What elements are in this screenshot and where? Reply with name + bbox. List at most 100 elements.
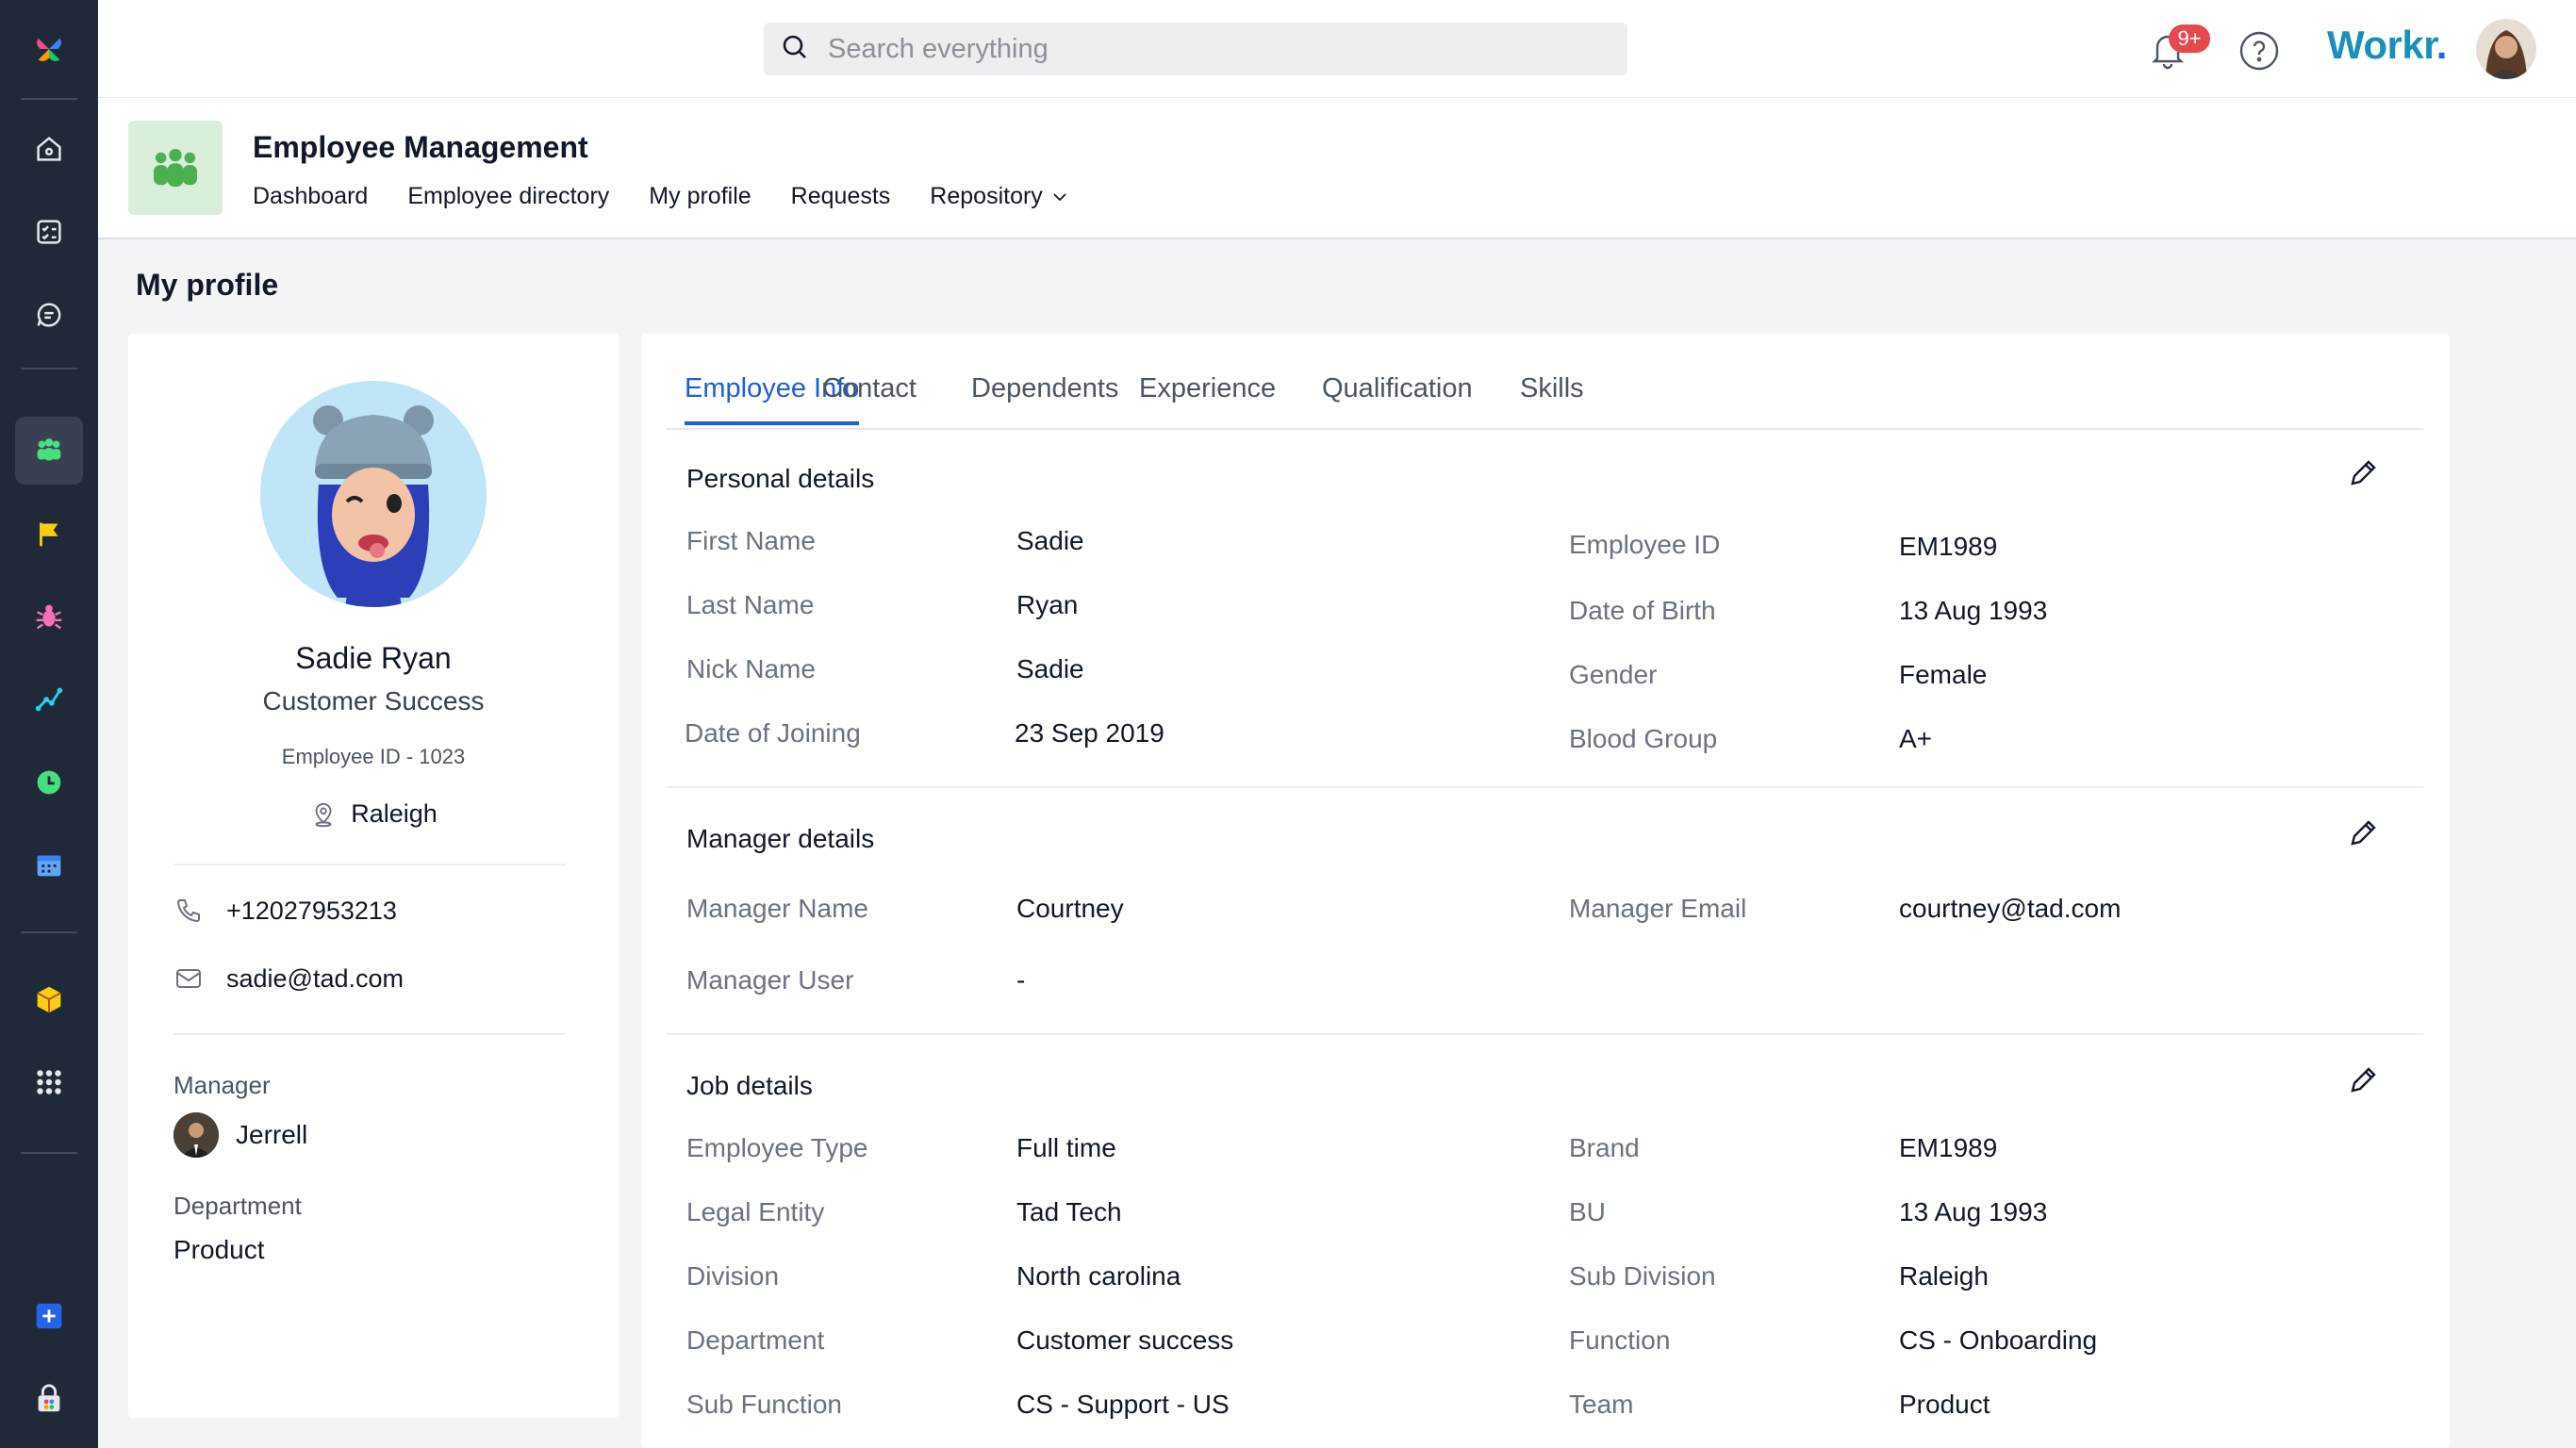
field-value: courtney@tad.com	[1899, 894, 2122, 923]
mail-icon	[176, 969, 201, 988]
field-label: Blood Group	[1569, 724, 1718, 753]
field-value: Sadie	[1016, 526, 1084, 555]
profile-location-text: Raleigh	[351, 799, 438, 828]
manager-row[interactable]: Jerrell	[173, 1112, 307, 1158]
search-box[interactable]	[764, 23, 1627, 75]
field-label: Nick Name	[686, 654, 816, 683]
field-label: Function	[1569, 1325, 1671, 1355]
notification-badge: 9+	[2169, 25, 2210, 53]
field-label: Department	[686, 1325, 825, 1355]
field-value: Ryan	[1016, 590, 1079, 619]
field-value: Product	[1899, 1390, 1990, 1419]
page-title: My profile	[136, 268, 279, 302]
package-icon[interactable]	[15, 965, 83, 1033]
field-label: Date of Joining	[685, 718, 861, 748]
nav-my-profile[interactable]: My profile	[649, 183, 751, 210]
sidebar	[0, 0, 98, 1448]
nav-dashboard[interactable]: Dashboard	[253, 183, 368, 210]
profile-phone-text: +12027953213	[226, 896, 397, 925]
field-label: Manager Email	[1569, 894, 1747, 923]
module-title: Employee Management	[253, 130, 588, 164]
manager-label: Manager	[173, 1071, 271, 1099]
analytics-icon[interactable]	[15, 666, 83, 733]
people-icon[interactable]	[15, 417, 83, 485]
job-details-title: Job details	[686, 1071, 813, 1100]
field-label: Last Name	[686, 590, 815, 619]
tab-contact[interactable]: Contact	[822, 373, 916, 421]
tab-dependents[interactable]: Dependents	[971, 373, 1118, 421]
field-value: 13 Aug 1993	[1899, 1197, 2048, 1226]
nav-repository-label: Repository	[930, 183, 1043, 209]
grid-icon[interactable]	[15, 1048, 83, 1116]
profile-email[interactable]: sadie@tad.com	[173, 963, 404, 994]
home-icon[interactable]	[15, 115, 83, 183]
store-icon[interactable]	[15, 1365, 83, 1433]
tab-skills[interactable]: Skills	[1520, 373, 1584, 421]
add-icon[interactable]	[15, 1282, 83, 1350]
field-label: Legal Entity	[686, 1197, 825, 1226]
field-label: Gender	[1569, 660, 1658, 689]
flag-icon[interactable]	[15, 500, 83, 568]
divider	[173, 1033, 566, 1035]
field-value: CS - Onboarding	[1899, 1325, 2098, 1355]
tab-experience[interactable]: Experience	[1139, 373, 1276, 421]
details-card: Employee Info Contact Dependents Experie…	[641, 334, 2450, 1448]
field-value: CS - Support - US	[1016, 1390, 1230, 1419]
nav-employee-directory[interactable]: Employee directory	[407, 183, 609, 210]
field-value: Full time	[1016, 1133, 1116, 1162]
field-label: Manager User	[686, 965, 854, 995]
field-value: 13 Aug 1993	[1899, 596, 2048, 625]
user-avatar[interactable]	[2476, 19, 2536, 79]
field-value: EM1989	[1899, 1133, 1998, 1162]
profile-email-text: sadie@tad.com	[226, 963, 404, 993]
profile-avatar	[260, 381, 487, 607]
people-icon	[128, 121, 223, 215]
field-value: Courtney	[1016, 894, 1124, 923]
chat-icon[interactable]	[15, 281, 83, 349]
clock-icon[interactable]	[15, 749, 83, 816]
location-pin-icon	[315, 802, 332, 827]
app-logo-icon[interactable]	[15, 15, 83, 83]
department-value: Product	[173, 1235, 265, 1264]
nav-requests[interactable]: Requests	[791, 183, 891, 210]
nav-repository[interactable]: Repository	[930, 183, 1069, 210]
personal-details-title: Personal details	[686, 464, 875, 493]
field-value: Female	[1899, 660, 1988, 689]
bug-icon[interactable]	[15, 583, 83, 650]
edit-job-icon[interactable]	[2346, 1063, 2380, 1097]
edit-manager-icon[interactable]	[2346, 816, 2380, 850]
profile-phone[interactable]: +12027953213	[173, 896, 397, 926]
tab-bar: Employee Info Contact Dependents Experie…	[666, 362, 2423, 430]
divider	[173, 864, 566, 865]
field-value: Customer success	[1016, 1325, 1234, 1355]
manager-avatar	[173, 1112, 219, 1158]
top-bar: 9+ Workr.	[98, 0, 2576, 98]
help-icon[interactable]	[2237, 28, 2282, 74]
manager-name: Jerrell	[236, 1120, 308, 1149]
profile-location: Raleigh	[128, 799, 619, 829]
calendar-icon[interactable]	[15, 831, 83, 899]
tasks-icon[interactable]	[15, 198, 83, 266]
field-value: -	[1016, 965, 1026, 995]
field-label: Division	[686, 1261, 780, 1291]
field-value: A+	[1899, 724, 1933, 753]
profile-card: Sadie Ryan Customer Success Employee ID …	[128, 334, 619, 1418]
module-nav: Dashboard Employee directory My profile …	[253, 183, 1109, 210]
field-label: Date of Birth	[1569, 596, 1716, 625]
field-label: BU	[1569, 1197, 1606, 1226]
search-input[interactable]	[828, 33, 1582, 65]
field-label: Manager Name	[686, 894, 868, 923]
brand-name: Workr	[2327, 23, 2436, 67]
module-header: Employee Management Dashboard Employee d…	[98, 98, 2576, 239]
section-divider	[666, 786, 2423, 788]
field-label: Sub Function	[686, 1390, 842, 1419]
field-value: Sadie	[1016, 654, 1084, 683]
field-label: Sub Division	[1569, 1261, 1716, 1291]
field-label: Team	[1569, 1390, 1634, 1419]
edit-personal-icon[interactable]	[2346, 456, 2380, 490]
brand-logo: Workr.	[2327, 23, 2447, 68]
tab-qualification[interactable]: Qualification	[1322, 373, 1473, 421]
field-label: Employee ID	[1569, 530, 1721, 559]
field-label: First Name	[686, 526, 816, 555]
manager-details-title: Manager details	[686, 824, 875, 853]
